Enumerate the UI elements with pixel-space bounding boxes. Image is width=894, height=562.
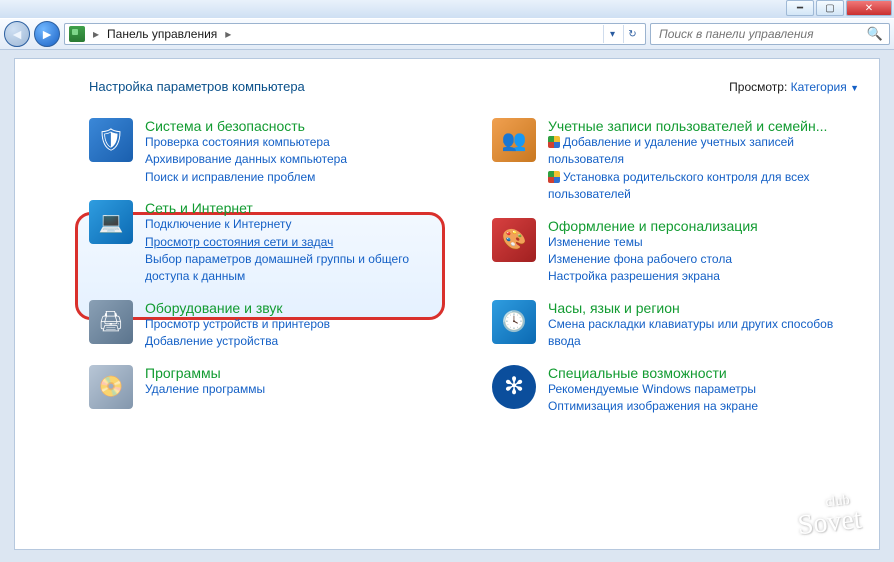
category-title[interactable]: Учетные записи пользователей и семейн... [548,118,859,134]
minimize-button[interactable]: ━ [786,0,814,16]
category-network-internet: Сеть и Интернет Подключение к Интернету … [89,200,456,286]
category-title[interactable]: Оформление и персонализация [548,218,758,234]
content-pane: Настройка параметров компьютера Просмотр… [14,58,880,550]
category-ease-of-access: Специальные возможности Рекомендуемые Wi… [492,365,859,416]
breadcrumb-sep: ▸ [221,27,235,41]
nav-back-button[interactable]: ◄ [4,21,30,47]
uac-shield-icon [548,171,560,183]
category-programs: Программы Удаление программы [89,365,456,409]
appearance-icon [492,218,536,262]
uac-shield-icon [548,136,560,148]
category-link[interactable]: Изменение фона рабочего стола [548,251,758,268]
view-by: Просмотр: Категория ▼ [729,80,859,94]
search-icon[interactable]: 🔍 [867,26,883,42]
category-link[interactable]: Проверка состояния компьютера [145,134,347,151]
category-link[interactable]: Рекомендуемые Windows параметры [548,381,758,398]
category-link[interactable]: Удаление программы [145,381,265,398]
search-input[interactable] [657,26,867,42]
close-button[interactable]: ✕ [846,0,892,16]
category-clock-language: Часы, язык и регион Смена раскладки клав… [492,300,859,351]
view-mode-dropdown[interactable]: Категория ▼ [791,80,859,94]
category-link[interactable]: Архивирование данных компьютера [145,151,347,168]
network-icon [89,200,133,244]
category-link[interactable]: Добавление устройства [145,333,330,350]
page-title: Настройка параметров компьютера [89,79,305,94]
maximize-button[interactable]: ▢ [816,0,844,16]
category-link[interactable]: Изменение темы [548,234,758,251]
category-link[interactable]: Смена раскладки клавиатуры или других сп… [548,316,859,351]
printer-icon [89,300,133,344]
category-title[interactable]: Сеть и Интернет [145,200,456,216]
breadcrumb-item[interactable]: Панель управления [107,27,217,41]
category-link[interactable]: Просмотр устройств и принтеров [145,316,330,333]
programs-icon [89,365,133,409]
category-link[interactable]: Поиск и исправление проблем [145,169,347,186]
category-title[interactable]: Оборудование и звук [145,300,330,316]
refresh-button[interactable]: ↻ [623,25,641,43]
category-link[interactable]: Установка родительского контроля для все… [548,169,859,204]
toolbar: ◄ ► ▸ Панель управления ▸ ▾ ↻ 🔍 [0,18,894,50]
left-column: Система и безопасность Проверка состояни… [89,118,456,415]
titlebar: ━ ▢ ✕ [0,0,894,18]
users-icon [492,118,536,162]
shield-icon [89,118,133,162]
watermark: club Sovet [795,494,862,538]
category-system-security: Система и безопасность Проверка состояни… [89,118,456,186]
right-column: Учетные записи пользователей и семейн...… [492,118,859,415]
breadcrumb-sep: ▸ [89,27,103,41]
search-box[interactable]: 🔍 [650,23,890,45]
category-hardware-sound: Оборудование и звук Просмотр устройств и… [89,300,456,351]
category-title[interactable]: Часы, язык и регион [548,300,859,316]
category-link[interactable]: Подключение к Интернету [145,216,456,233]
category-title[interactable]: Специальные возможности [548,365,758,381]
nav-forward-button[interactable]: ► [34,21,60,47]
clock-icon [492,300,536,344]
address-dropdown-button[interactable]: ▾ [603,25,621,43]
category-link[interactable]: Добавление и удаление учетных записей по… [548,134,859,169]
category-link[interactable]: Оптимизация изображения на экране [548,398,758,415]
category-link-hovered[interactable]: Просмотр состояния сети и задач [145,234,456,251]
address-bar[interactable]: ▸ Панель управления ▸ ▾ ↻ [64,23,646,45]
category-user-accounts: Учетные записи пользователей и семейн...… [492,118,859,204]
ease-of-access-icon [492,365,536,409]
category-link[interactable]: Выбор параметров домашней группы и общег… [145,251,456,286]
category-appearance: Оформление и персонализация Изменение те… [492,218,859,286]
category-title[interactable]: Система и безопасность [145,118,347,134]
category-title[interactable]: Программы [145,365,265,381]
control-panel-icon [69,26,85,42]
category-link[interactable]: Настройка разрешения экрана [548,268,758,285]
